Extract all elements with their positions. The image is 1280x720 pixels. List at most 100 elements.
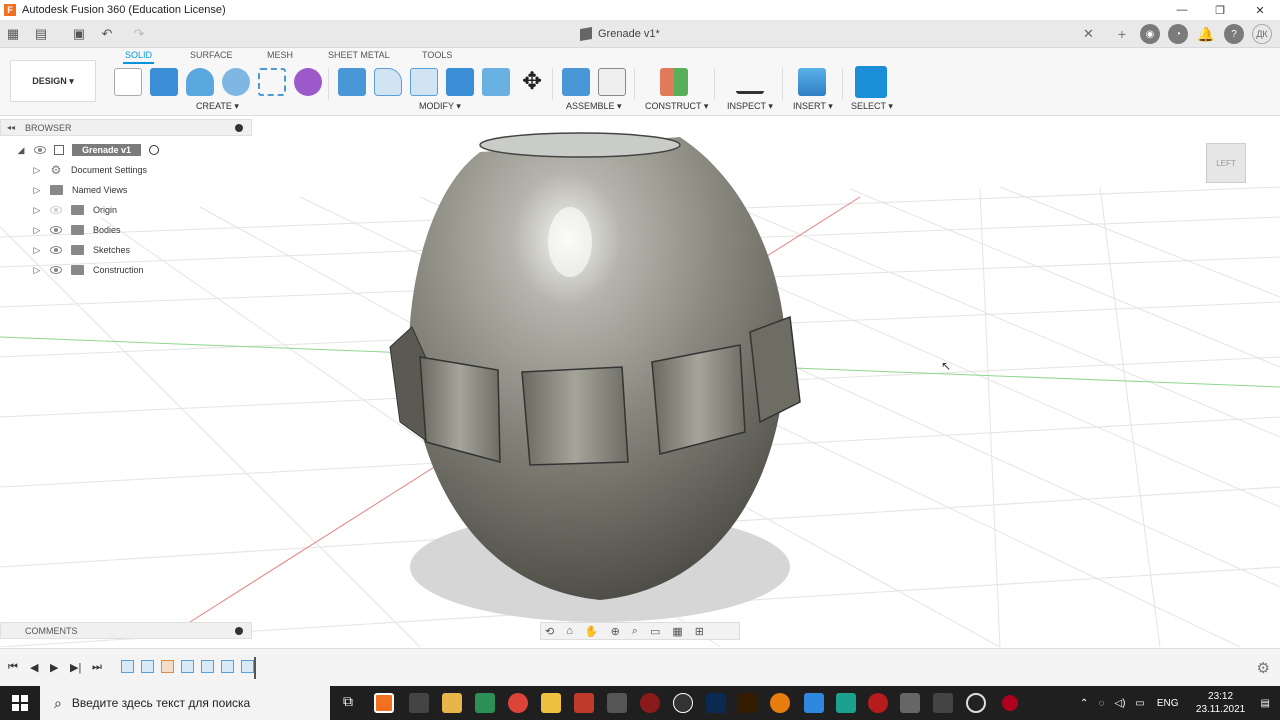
play-icon[interactable]: ▶ xyxy=(50,661,58,674)
activate-radio-icon[interactable] xyxy=(149,145,160,155)
app-icon[interactable] xyxy=(836,693,856,713)
user-avatar[interactable]: ДК xyxy=(1252,24,1272,44)
split-body-icon[interactable] xyxy=(482,68,510,96)
save-icon[interactable]: ▣ xyxy=(70,25,88,43)
timeline-feature[interactable] xyxy=(201,660,214,673)
close-document-icon[interactable]: ✕ xyxy=(1083,26,1094,42)
app-icon[interactable] xyxy=(640,693,660,713)
expand-root-icon[interactable]: ◢ xyxy=(16,145,26,155)
pan-hand-icon[interactable]: ✋ xyxy=(585,625,599,638)
browser-item-named-views[interactable]: ▷ Named Views xyxy=(32,181,127,199)
3d-viewport[interactable]: LEFT ↖ xyxy=(0,117,1280,647)
workspace-switcher[interactable]: DESIGN ▾ xyxy=(10,60,96,102)
app-icon[interactable] xyxy=(933,693,953,713)
notifications-bell-icon[interactable]: 🔔 xyxy=(1196,24,1216,44)
maximize-button[interactable]: ❐ xyxy=(1200,0,1240,20)
language-indicator[interactable]: ENG xyxy=(1157,698,1179,709)
app-icon[interactable] xyxy=(607,693,627,713)
inspect-menu[interactable]: INSPECT ▾ xyxy=(727,101,773,112)
zoom-icon[interactable]: ⊕ xyxy=(611,625,620,638)
step-back-icon[interactable]: ◀ xyxy=(30,661,38,674)
timeline-feature[interactable] xyxy=(241,660,254,673)
help-icon[interactable]: ? xyxy=(1224,24,1244,44)
collapse-browser-icon[interactable]: ◂◂ xyxy=(7,123,15,132)
volume-icon[interactable]: ◁) xyxy=(1114,698,1125,709)
expand-arrow-icon[interactable]: ▷ xyxy=(32,165,42,175)
create-sketch-icon[interactable] xyxy=(114,68,142,96)
file-menu-icon[interactable]: ▤ xyxy=(32,25,50,43)
create-form-icon[interactable] xyxy=(294,68,322,96)
app-icon[interactable] xyxy=(541,693,561,713)
app-icon[interactable] xyxy=(900,693,920,713)
tray-chevron-icon[interactable]: ⌃ xyxy=(1080,698,1088,709)
close-window-button[interactable]: ✕ xyxy=(1240,0,1280,20)
insert-menu[interactable]: INSERT ▾ xyxy=(793,101,833,112)
expand-arrow-icon[interactable]: ▷ xyxy=(32,205,42,215)
go-to-start-icon[interactable]: ⏮ xyxy=(8,661,18,674)
browser-root-item[interactable]: ◢ Grenade v1 xyxy=(16,141,160,159)
expand-arrow-icon[interactable]: ▷ xyxy=(32,265,42,275)
browser-item-construction[interactable]: ▷ Construction xyxy=(32,261,144,279)
tab-tools[interactable]: TOOLS xyxy=(422,50,452,60)
undo-icon[interactable]: ↶ xyxy=(98,25,116,43)
combine-icon[interactable] xyxy=(446,68,474,96)
visibility-eye-icon[interactable] xyxy=(50,246,62,254)
select-icon[interactable] xyxy=(855,66,887,98)
timeline-feature[interactable] xyxy=(141,660,154,673)
visibility-eye-icon[interactable] xyxy=(50,266,62,274)
new-tab-icon[interactable]: + xyxy=(1112,24,1132,44)
app-icon[interactable] xyxy=(804,693,824,713)
document-tab[interactable]: Grenade v1* xyxy=(580,20,660,48)
create-menu[interactable]: CREATE ▾ xyxy=(196,101,239,112)
app-icon[interactable] xyxy=(475,693,495,713)
tab-sheet-metal[interactable]: SHEET METAL xyxy=(328,50,390,60)
select-menu[interactable]: SELECT ▾ xyxy=(851,101,893,112)
browser-item-document-settings[interactable]: ▷ ⚙ Document Settings xyxy=(32,161,148,179)
orbit-icon[interactable]: ⟲ xyxy=(545,625,554,638)
redo-icon[interactable]: ↷ xyxy=(130,25,148,43)
app-icon[interactable] xyxy=(868,693,888,713)
timeline-feature[interactable] xyxy=(161,660,174,673)
photoshop-icon[interactable] xyxy=(706,693,726,713)
browser-item-bodies[interactable]: ▷ Bodies xyxy=(32,221,121,239)
blender-icon[interactable] xyxy=(770,693,790,713)
expand-arrow-icon[interactable]: ▷ xyxy=(32,245,42,255)
visibility-eye-icon[interactable] xyxy=(34,146,46,154)
browser-item-sketches[interactable]: ▷ Sketches xyxy=(32,241,130,259)
expand-arrow-icon[interactable]: ▷ xyxy=(32,225,42,235)
viewports-icon[interactable]: ⊞ xyxy=(695,625,704,638)
start-button[interactable] xyxy=(0,686,40,720)
offset-plane-icon[interactable] xyxy=(660,68,688,96)
press-pull-icon[interactable] xyxy=(338,68,366,96)
fillet-icon[interactable] xyxy=(374,68,402,96)
move-copy-icon[interactable]: ✥ xyxy=(518,68,546,96)
network-icon[interactable]: ◌ xyxy=(1098,698,1104,709)
timeline-marker[interactable] xyxy=(254,657,256,679)
tab-solid[interactable]: SOLID xyxy=(122,50,155,64)
data-panel-grid-icon[interactable]: ▦ xyxy=(4,25,22,43)
browser-pin-icon[interactable] xyxy=(235,123,243,132)
measure-icon[interactable] xyxy=(736,76,764,94)
fit-zoom-icon[interactable]: ⌕ xyxy=(632,625,638,638)
illustrator-icon[interactable] xyxy=(738,693,758,713)
record-icon[interactable] xyxy=(1002,695,1018,711)
go-to-end-icon[interactable]: ⏭ xyxy=(92,661,102,674)
visibility-eye-icon[interactable] xyxy=(50,226,62,234)
look-at-icon[interactable]: ⌂ xyxy=(566,625,573,637)
battery-icon[interactable]: ▭ xyxy=(1135,698,1144,709)
new-component-icon[interactable] xyxy=(562,68,590,96)
insert-image-icon[interactable] xyxy=(798,68,826,96)
hole-icon[interactable] xyxy=(222,68,250,96)
minimize-button[interactable]: — xyxy=(1162,0,1202,20)
app-icon[interactable] xyxy=(574,693,594,713)
shell-icon[interactable] xyxy=(410,68,438,96)
fusion-taskbar-icon[interactable] xyxy=(374,693,394,713)
chrome-icon[interactable] xyxy=(508,693,528,713)
display-settings-icon[interactable]: ▭ xyxy=(650,625,660,638)
construct-menu[interactable]: CONSTRUCT ▾ xyxy=(645,101,708,112)
tab-surface[interactable]: SURFACE xyxy=(190,50,233,60)
file-explorer-icon[interactable] xyxy=(442,693,462,713)
timeline-feature[interactable] xyxy=(221,660,234,673)
job-status-icon[interactable]: ◔ xyxy=(1168,24,1188,44)
app-icon[interactable] xyxy=(409,693,429,713)
